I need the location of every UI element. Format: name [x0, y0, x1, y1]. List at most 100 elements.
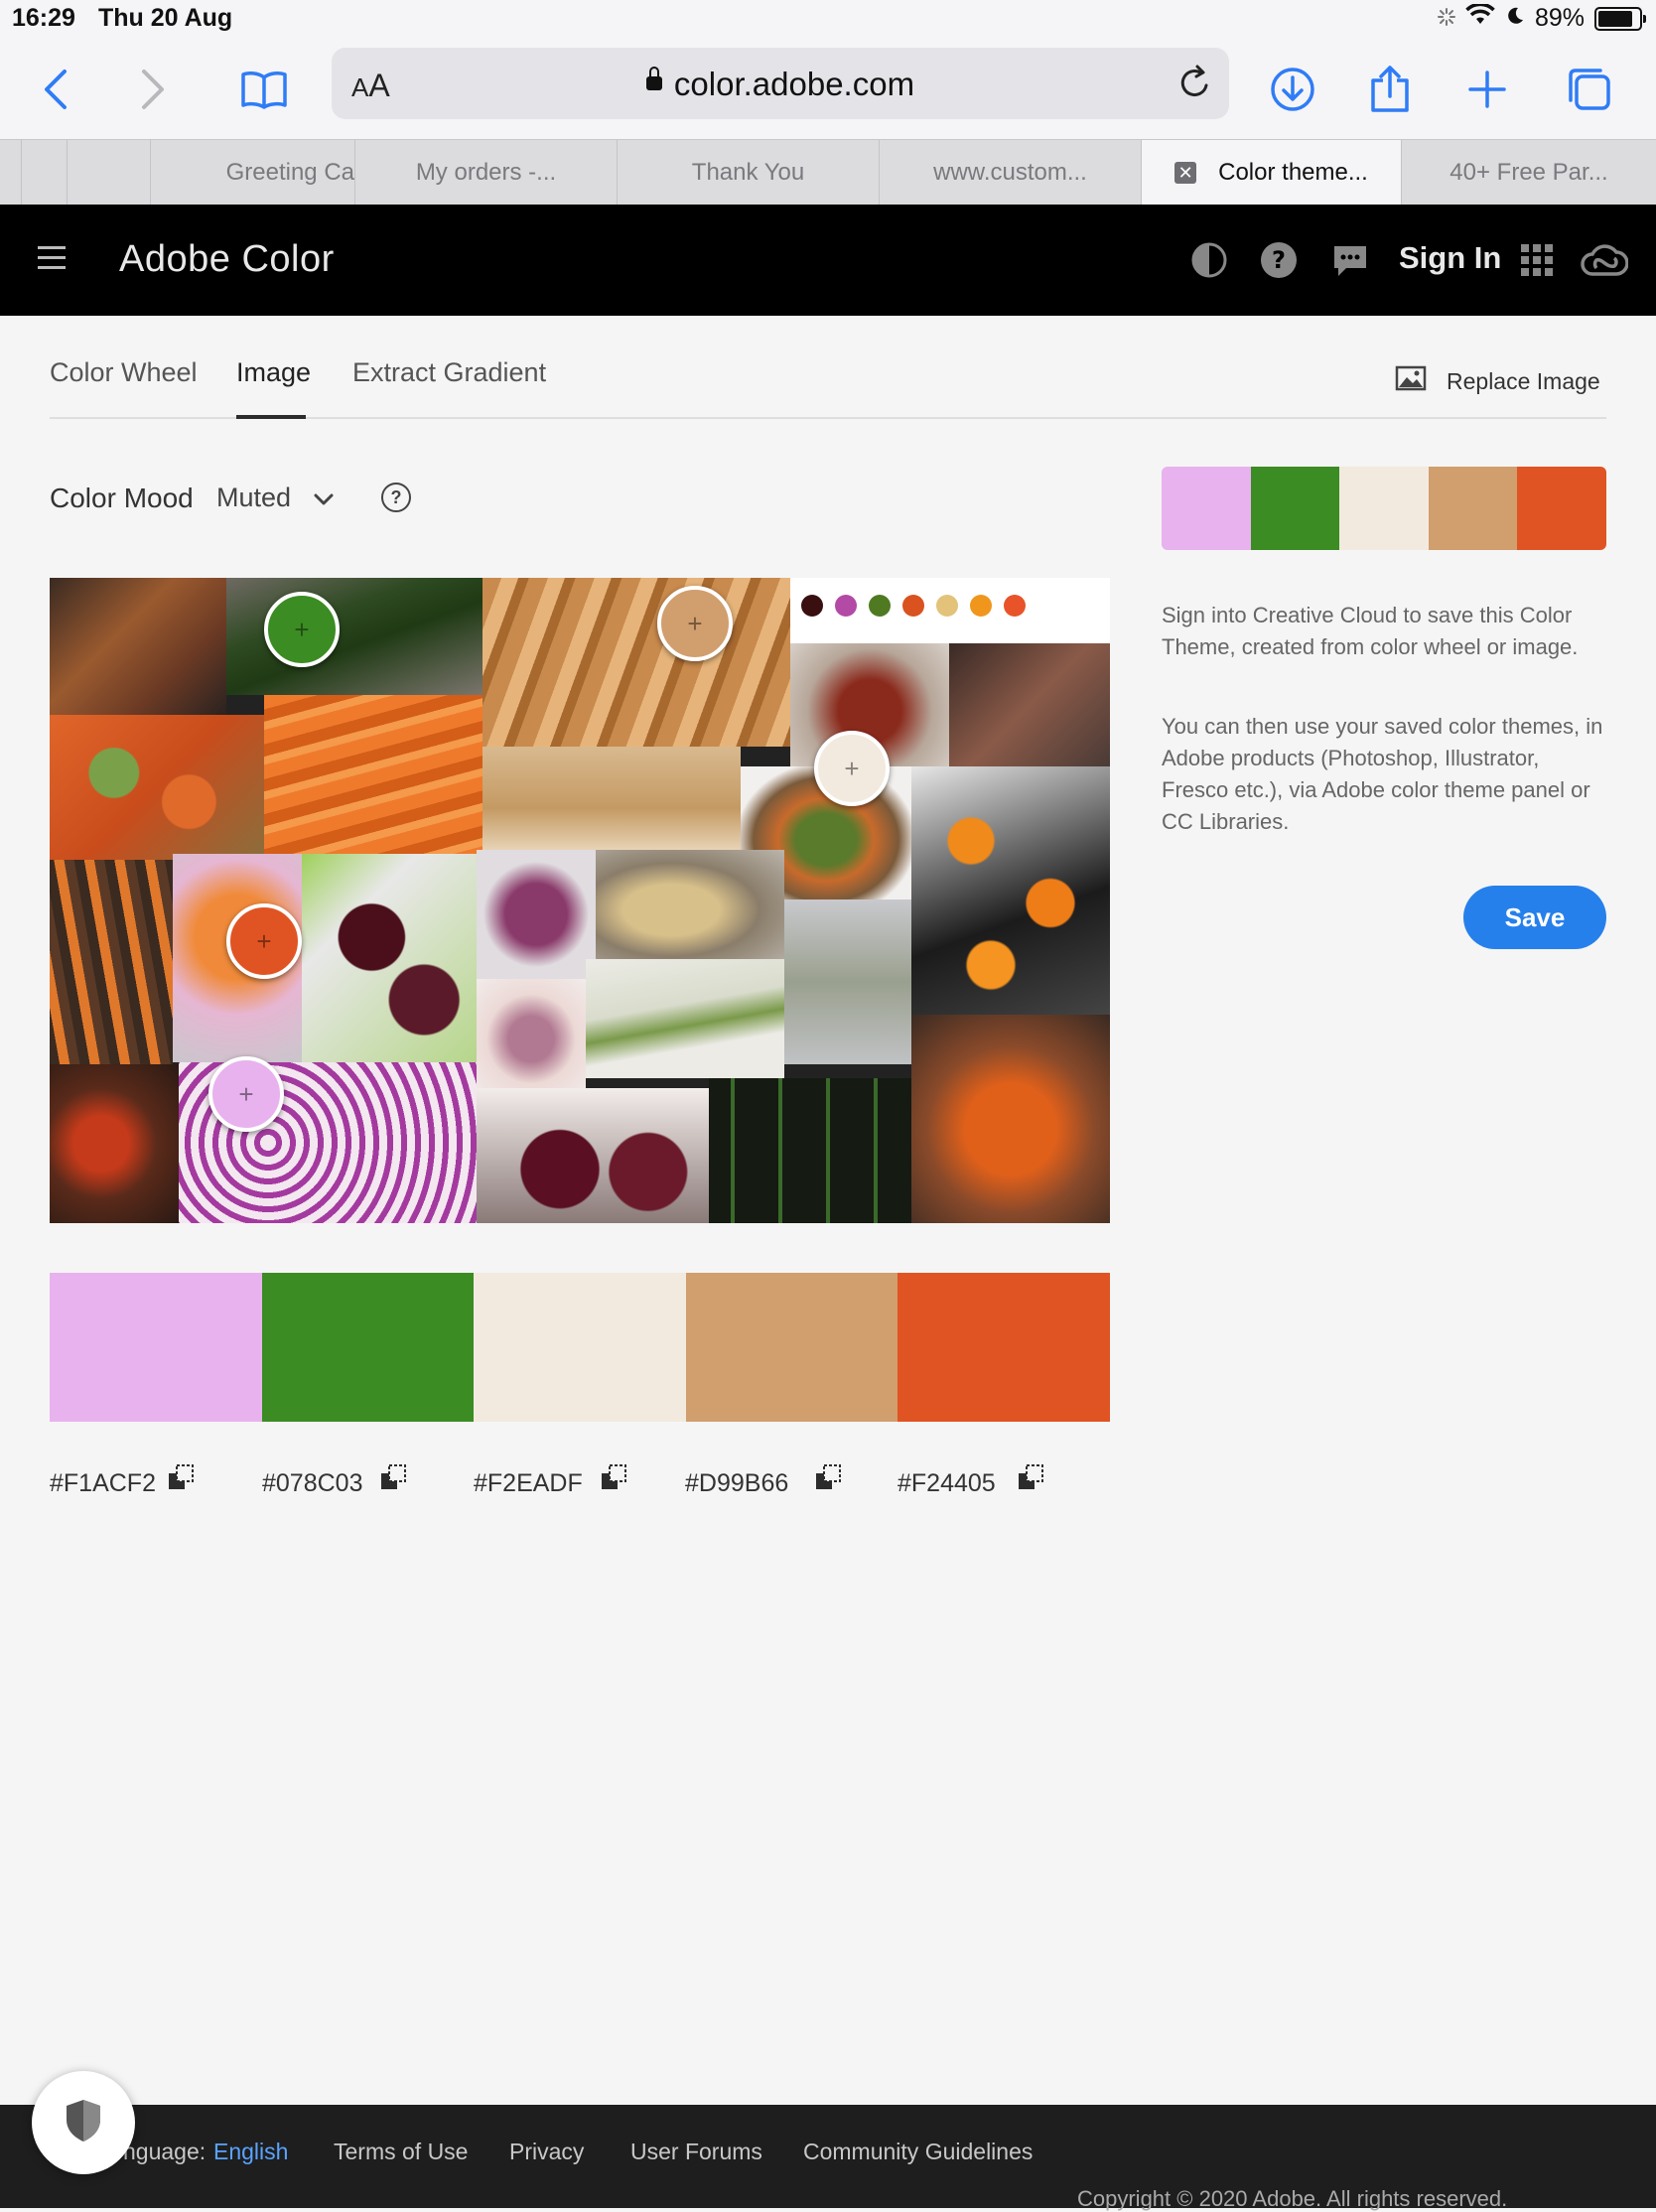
close-tab-icon[interactable]: ✕	[1174, 162, 1197, 184]
image-tile-red-onion-bowl	[477, 850, 596, 979]
color-mood-dropdown[interactable]: Muted	[216, 483, 335, 513]
hex-code-2[interactable]: #078C03	[262, 1469, 362, 1498]
forward-icon[interactable]	[125, 62, 181, 117]
image-icon	[1395, 365, 1427, 397]
browser-tab[interactable]	[68, 140, 151, 206]
status-indicators: 89%	[1437, 2, 1646, 33]
url-text[interactable]: color.adobe.com	[332, 66, 1229, 103]
activity-icon	[1437, 4, 1455, 33]
menu-icon[interactable]	[38, 246, 66, 276]
language-link[interactable]: English	[213, 2139, 288, 2165]
back-icon[interactable]	[28, 62, 83, 117]
image-tile-palette	[790, 578, 1110, 643]
dark-mode-icon[interactable]	[1189, 240, 1229, 280]
color-picker-2[interactable]: +	[264, 592, 340, 667]
hex-code-5[interactable]: #F24405	[897, 1469, 996, 1498]
privacy-shield-button[interactable]	[32, 2071, 135, 2174]
address-bar[interactable]: AA color.adobe.com	[332, 48, 1229, 119]
image-tile-parsnip-root	[483, 747, 741, 850]
image-tile-orange-leaves	[911, 766, 1110, 1015]
copy-icon[interactable]	[814, 1463, 844, 1493]
lock-icon	[645, 67, 662, 91]
image-tile-roast	[50, 578, 226, 715]
hex-code-1[interactable]: #F1ACF2	[50, 1469, 156, 1498]
status-date: Thu 20 Aug	[98, 4, 233, 32]
terms-link[interactable]: Terms of Use	[334, 2139, 468, 2165]
swatch-5[interactable]	[897, 1273, 1110, 1422]
save-button[interactable]: Save	[1463, 886, 1606, 949]
battery-percent: 89%	[1534, 4, 1585, 32]
share-icon[interactable]	[1362, 62, 1418, 117]
color-mood-value: Muted	[216, 483, 292, 512]
copy-icon[interactable]	[167, 1463, 197, 1493]
swatch-1[interactable]	[50, 1273, 262, 1422]
replace-image-button[interactable]: Replace Image	[1395, 365, 1600, 397]
browser-tab[interactable]: www.custom...	[880, 140, 1142, 206]
copy-icon[interactable]	[600, 1463, 629, 1493]
hex-code-3[interactable]: #F2EADF	[474, 1469, 583, 1498]
battery-icon	[1594, 6, 1646, 31]
theme-swatch	[1250, 467, 1340, 550]
hex-code-4[interactable]: #D99B66	[685, 1469, 788, 1498]
tab-extract-gradient[interactable]: Extract Gradient	[352, 357, 546, 388]
browser-tab[interactable]: My orders -...	[355, 140, 618, 206]
source-image[interactable]: + + + + +	[50, 578, 1110, 1223]
svg-text:?: ?	[1272, 246, 1286, 274]
image-tile-maple-leaf	[911, 1015, 1110, 1223]
bookmarks-icon[interactable]	[236, 62, 292, 117]
color-mood-label: Color Mood	[50, 483, 194, 513]
color-picker-3[interactable]: +	[814, 731, 890, 806]
replace-image-label: Replace Image	[1447, 367, 1600, 394]
copy-icon[interactable]	[1017, 1463, 1046, 1493]
creative-cloud-icon[interactable]	[1579, 240, 1629, 280]
swatch-2[interactable]	[261, 1273, 475, 1422]
user-forums-link[interactable]: User Forums	[630, 2139, 762, 2165]
theme-swatch	[1162, 467, 1251, 550]
privacy-link[interactable]: Privacy	[509, 2139, 584, 2165]
image-tile-rosemary	[586, 959, 784, 1078]
feedback-icon[interactable]	[1330, 240, 1370, 280]
status-time: 16:29	[12, 4, 75, 32]
swatch-4[interactable]	[685, 1273, 898, 1422]
tab-color-wheel[interactable]: Color Wheel	[50, 357, 198, 388]
image-tile-red-onions	[477, 1088, 715, 1223]
downloads-icon[interactable]	[1265, 62, 1320, 117]
status-bar: 16:29 Thu 20 Aug 89%	[0, 0, 1656, 40]
color-picker-1[interactable]: +	[208, 1056, 284, 1132]
image-tile-carrots-board	[50, 860, 173, 1064]
app-header: Adobe Color ? Sign In	[0, 205, 1656, 316]
shield-icon	[64, 2098, 103, 2148]
theme-swatch	[1517, 467, 1606, 550]
browser-tab[interactable]	[22, 140, 68, 206]
app-title[interactable]: Adobe Color	[119, 238, 335, 281]
copy-icon[interactable]	[379, 1463, 409, 1493]
new-tab-icon[interactable]	[1459, 62, 1515, 117]
browser-tab[interactable]: Thank You	[618, 140, 880, 206]
language-label: nguage:	[123, 2139, 207, 2164]
image-tile-herbs-dark	[709, 1078, 911, 1223]
color-picker-4[interactable]: +	[657, 586, 733, 661]
footer: nguage: English Terms of Use Privacy Use…	[0, 2105, 1656, 2211]
browser-tab-active[interactable]: ✕ Color theme...	[1142, 140, 1402, 206]
reload-icon[interactable]	[1175, 64, 1215, 103]
image-tile-rosemary-sprig	[784, 899, 911, 1064]
wifi-icon	[1465, 2, 1495, 33]
help-icon[interactable]: ?	[1259, 240, 1299, 280]
sign-in-link[interactable]: Sign In	[1399, 240, 1501, 276]
color-picker-5[interactable]: +	[226, 903, 302, 979]
tab-image[interactable]: Image	[236, 357, 311, 388]
image-tile-parsnips	[483, 578, 790, 747]
browser-tab[interactable]: 40+ Free Par...	[1402, 140, 1656, 206]
browser-tab[interactable]: Greeting Ca	[151, 140, 355, 206]
tabs-overview-icon[interactable]	[1561, 62, 1616, 117]
image-tile-dry-leaves	[949, 643, 1110, 766]
browser-tab[interactable]	[0, 140, 22, 206]
community-guidelines-link[interactable]: Community Guidelines	[803, 2139, 1033, 2165]
copyright-text: Copyright © 2020 Adobe. All rights reser…	[1077, 2186, 1508, 2211]
chevron-down-icon	[313, 483, 335, 513]
browser-tab-strip: Greeting Ca My orders -... Thank You www…	[0, 139, 1656, 206]
app-switcher-icon[interactable]	[1517, 240, 1557, 280]
swatch-3[interactable]	[474, 1273, 686, 1422]
image-tile-sliced-carrots	[50, 715, 264, 860]
color-mood-help-icon[interactable]: ?	[381, 483, 411, 512]
